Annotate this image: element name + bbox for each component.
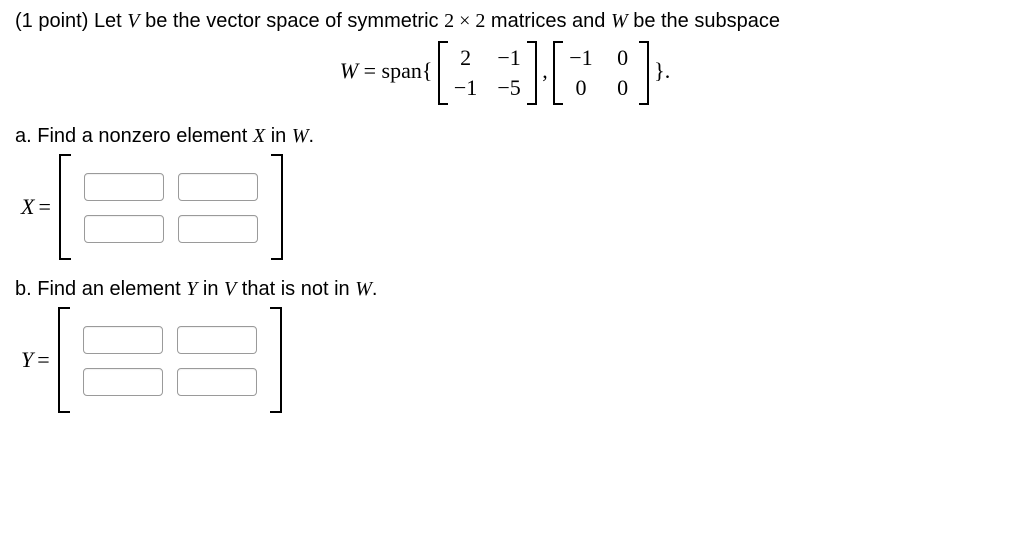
var-V: V	[127, 10, 139, 32]
a-set: W	[292, 125, 309, 147]
x-r1c1-input[interactable]	[84, 173, 164, 201]
b-tail: in	[197, 278, 224, 300]
m2-r1c1: −1	[559, 43, 602, 73]
m2-r2c1: 0	[559, 73, 602, 103]
matrix-input-Y	[58, 307, 282, 413]
m1-r2c2: −5	[487, 73, 530, 103]
m1-r1c2: −1	[487, 43, 530, 73]
a-dot: .	[309, 125, 315, 147]
intro-pre: Let	[94, 10, 127, 32]
m2-r2c2: 0	[603, 73, 643, 103]
span-close: }.	[654, 58, 670, 83]
a-var: X	[253, 125, 265, 147]
b-set: V	[224, 278, 236, 300]
b-mid2: that is not in	[236, 278, 355, 300]
matrix-input-X	[59, 154, 283, 260]
b-lhs: Y	[21, 347, 33, 373]
matrix-1: 2−1 −1−5	[438, 41, 537, 105]
span-comma: ,	[542, 58, 548, 83]
b-set2: W	[355, 278, 372, 300]
part-b-prompt: b. Find an element Y in V that is not in…	[15, 278, 995, 301]
x-r2c1-input[interactable]	[84, 215, 164, 243]
intro-mid2: matrices and	[485, 10, 611, 32]
span-definition: W = span{ 2−1 −1−5 , −10 00 }.	[15, 41, 995, 105]
y-r1c1-input[interactable]	[83, 326, 163, 354]
span-eq: = span{	[358, 58, 432, 83]
y-r1c2-input[interactable]	[177, 326, 257, 354]
a-tail: in	[265, 125, 292, 147]
part-b-answer: Y =	[21, 307, 995, 413]
intro-mid1: be the vector space of symmetric	[140, 10, 445, 32]
b-eq: =	[37, 347, 49, 373]
x-r1c2-input[interactable]	[178, 173, 258, 201]
var-W: W	[611, 10, 628, 32]
a-label: a. Find a nonzero element	[15, 125, 253, 147]
problem-intro: (1 point) Let V be the vector space of s…	[15, 10, 995, 33]
a-lhs: X	[21, 194, 34, 220]
b-var: Y	[186, 278, 197, 300]
part-a-answer: X =	[21, 154, 995, 260]
a-eq: =	[38, 194, 50, 220]
y-r2c2-input[interactable]	[177, 368, 257, 396]
b-label: b. Find an element	[15, 278, 186, 300]
y-r2c1-input[interactable]	[83, 368, 163, 396]
span-lhs: W	[340, 58, 358, 83]
dim: 2 × 2	[444, 10, 485, 32]
matrix-2: −10 00	[553, 41, 648, 105]
b-dot: .	[372, 278, 378, 300]
m1-r1c1: 2	[444, 43, 487, 73]
points-label: (1 point)	[15, 10, 88, 32]
x-r2c2-input[interactable]	[178, 215, 258, 243]
m1-r2c1: −1	[444, 73, 487, 103]
intro-end: be the subspace	[628, 10, 780, 32]
part-a-prompt: a. Find a nonzero element X in W.	[15, 125, 995, 148]
m2-r1c2: 0	[603, 43, 643, 73]
